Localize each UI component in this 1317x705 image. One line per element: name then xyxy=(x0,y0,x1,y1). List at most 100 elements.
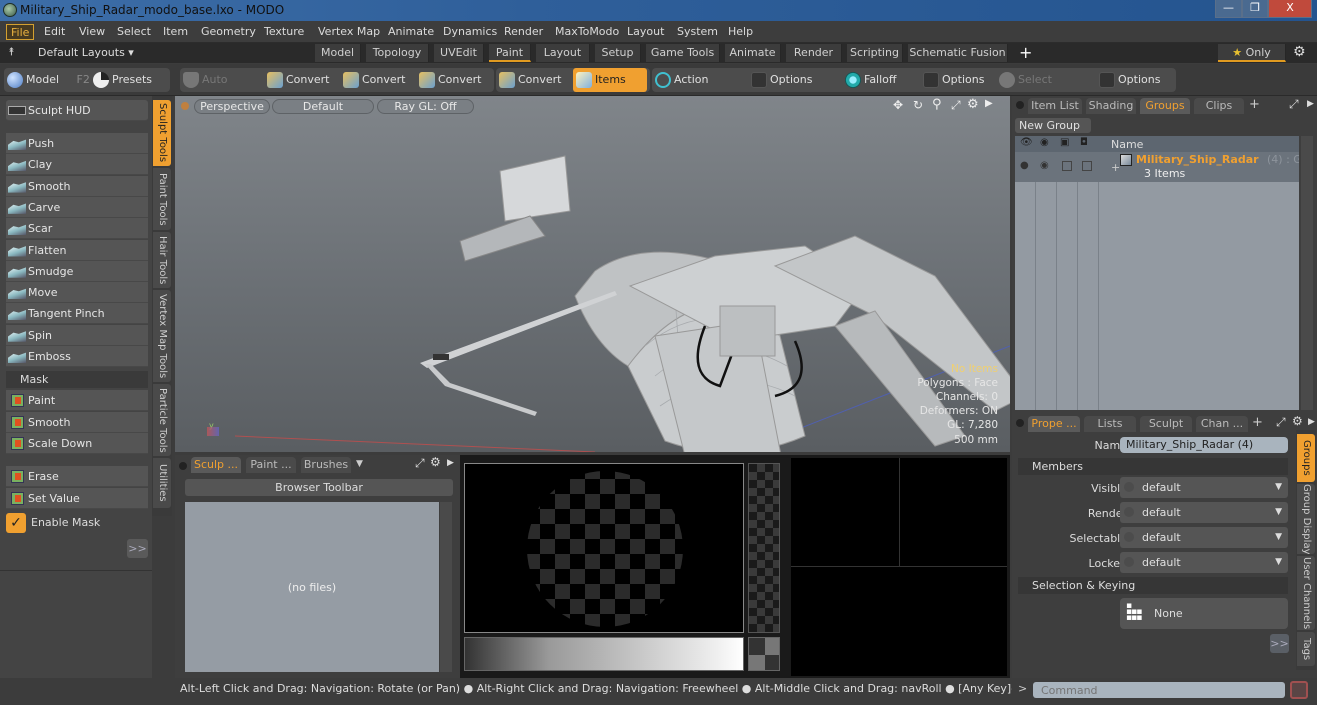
add-tab-icon[interactable]: + xyxy=(1252,415,1263,430)
panel-gear-icon[interactable]: ⚙ xyxy=(430,455,441,469)
only-toggle[interactable]: ★ Only xyxy=(1218,44,1286,62)
command-input[interactable] xyxy=(1033,682,1285,698)
tab-dropdown-icon[interactable]: ▼ xyxy=(356,459,363,469)
falloff-options-button[interactable]: Options xyxy=(920,68,994,92)
sculpt-tool-clay[interactable]: Clay xyxy=(6,154,148,176)
sculpt-tool-tangent-pinch[interactable]: Tangent Pinch xyxy=(6,303,148,325)
sculpt-tool-scar[interactable]: Scar xyxy=(6,218,148,240)
lock-icon[interactable]: ▣ xyxy=(1060,137,1069,148)
sculpt-tool-carve[interactable]: Carve xyxy=(6,196,148,218)
falloff-button[interactable]: Falloff xyxy=(842,68,918,92)
menu-texture[interactable]: Texture xyxy=(260,24,308,40)
layout-collapse-icon[interactable]: ⯭ xyxy=(8,45,15,59)
tab-setup[interactable]: Setup xyxy=(595,44,641,62)
group-row[interactable]: ● ◉ + Military_Ship_Radar (4) : G... 3 I… xyxy=(1015,152,1299,182)
groups-scrollbar[interactable] xyxy=(1301,136,1313,410)
minimize-button[interactable]: — xyxy=(1215,0,1242,18)
sculpt-tool-spin[interactable]: Spin xyxy=(6,324,148,346)
browser-toolbar-button[interactable]: Browser Toolbar xyxy=(185,479,453,496)
tab-render[interactable]: Render xyxy=(786,44,842,62)
select-toggle[interactable] xyxy=(1082,161,1092,171)
eye-icon[interactable]: 👁 xyxy=(1020,137,1033,148)
tab-schematic-fusion[interactable]: Schematic Fusion xyxy=(908,44,1008,62)
locked-dropdown[interactable]: default ▼ xyxy=(1120,552,1288,573)
vtab-user-channels[interactable]: User Channels xyxy=(1297,556,1315,630)
tab-layout[interactable]: Layout xyxy=(536,44,590,62)
panel-arrow-icon[interactable]: ▶ xyxy=(447,458,454,468)
keying-button[interactable]: ▪ ▪▪▪ ▪▪▪ None xyxy=(1120,598,1288,629)
browser-scrollbar[interactable] xyxy=(440,502,452,672)
convert-materials-button[interactable]: Convert xyxy=(496,68,570,92)
vtab-utilities[interactable]: Utilities xyxy=(153,458,171,508)
sculpt-tool-push[interactable]: Push xyxy=(6,133,148,154)
expand-icon[interactable]: + xyxy=(1111,161,1120,174)
panel-arrow-icon[interactable]: ▶ xyxy=(1308,417,1315,427)
visible-dropdown[interactable]: default ▼ xyxy=(1120,477,1288,498)
sculpt-tool-smudge[interactable]: Smudge xyxy=(6,260,148,282)
items-mode-button[interactable]: Items 5 xyxy=(573,68,647,110)
visibility-toggle[interactable]: ● xyxy=(1020,160,1029,171)
menu-maxtomodo[interactable]: MaxToModo xyxy=(551,24,623,40)
convert-edges-button[interactable]: Convert xyxy=(340,68,414,92)
maximize-panel-icon[interactable]: ⤢ xyxy=(415,456,425,471)
auto-select-button[interactable]: Auto Select xyxy=(180,68,260,110)
panel-menu-dot[interactable] xyxy=(1016,101,1024,109)
menu-geometry[interactable]: Geometry xyxy=(197,24,260,40)
menu-vertex-map[interactable]: Vertex Map xyxy=(314,24,384,40)
menu-view[interactable]: View xyxy=(75,24,109,40)
vtab-hair-tools[interactable]: Hair Tools xyxy=(153,232,171,288)
panel-arrow-icon[interactable]: ▶ xyxy=(1307,99,1314,109)
gear-icon[interactable]: ⚙ xyxy=(1293,44,1306,60)
color-swatch[interactable] xyxy=(748,637,780,671)
select-through-options-button[interactable]: Options xyxy=(1096,68,1174,92)
tab-topology[interactable]: Topology xyxy=(366,44,429,62)
selection-keying-section[interactable]: Selection & Keying xyxy=(1018,577,1288,594)
menu-file[interactable]: File xyxy=(6,24,35,40)
mask-tool-scale-down[interactable]: Scale Down xyxy=(6,433,148,454)
menu-render[interactable]: Render xyxy=(500,24,547,40)
convert-polygons-button[interactable]: Convert xyxy=(416,68,492,92)
menu-help[interactable]: Help xyxy=(724,24,757,40)
tab-item-list[interactable]: Item List xyxy=(1028,98,1082,114)
tab-sculpt[interactable]: Sculpt xyxy=(1140,416,1192,432)
tab-shading[interactable]: Shading xyxy=(1086,98,1136,114)
presets-button[interactable]: Presets F6 xyxy=(90,68,170,110)
enable-mask-checkbox[interactable]: ✓ xyxy=(6,513,26,533)
tab-groups[interactable]: Groups xyxy=(1140,98,1190,114)
sculpt-tool-flatten[interactable]: Flatten xyxy=(6,239,148,261)
menu-layout[interactable]: Layout xyxy=(623,24,668,40)
vtab-vertex-map-tools[interactable]: Vertex Map Tools xyxy=(153,290,171,382)
render-icon[interactable]: ◉ xyxy=(1040,137,1049,148)
tab-clips[interactable]: Clips xyxy=(1194,98,1244,114)
vtab-group-display[interactable]: Group Display xyxy=(1297,484,1315,554)
members-section[interactable]: Members xyxy=(1018,458,1288,475)
tab-scripting[interactable]: Scripting xyxy=(847,44,903,62)
tab-uvedit[interactable]: UVEdit xyxy=(434,44,484,62)
panel-menu-dot[interactable] xyxy=(179,462,187,470)
tab-paint-presets[interactable]: Paint ... xyxy=(246,457,296,473)
record-icon[interactable] xyxy=(1290,681,1308,699)
3d-viewport[interactable]: Perspective Default Ray GL: Off ✥ ↻ ⚲ ⤢ … xyxy=(175,96,1010,452)
vtab-sculpt-tools[interactable]: Sculpt Tools xyxy=(153,100,171,166)
tab-sculpt-presets[interactable]: Sculp ... xyxy=(191,457,241,473)
model-mode-button[interactable]: Model F2 xyxy=(4,68,90,92)
action-center-button[interactable]: Action Center xyxy=(652,68,744,110)
tab-brushes[interactable]: Brushes xyxy=(301,457,351,473)
vtab-tags[interactable]: Tags xyxy=(1297,632,1315,666)
panel-menu-dot[interactable] xyxy=(1016,419,1024,427)
vtab-particle-tools[interactable]: Particle Tools xyxy=(153,384,171,456)
maximize-button[interactable]: ❐ xyxy=(1242,0,1268,18)
add-tab-icon[interactable]: + xyxy=(1249,97,1260,112)
panel-gear-icon[interactable]: ⚙ xyxy=(1292,414,1303,428)
convert-vertices-button[interactable]: Convert xyxy=(264,68,338,92)
sculpt-tool-smooth[interactable]: Smooth xyxy=(6,175,148,197)
mask-tool-set-value[interactable]: Set Value xyxy=(6,488,148,509)
mask-section-header[interactable]: Mask xyxy=(6,371,148,388)
tab-model[interactable]: Model xyxy=(315,44,361,62)
browser-file-area[interactable]: (no files) xyxy=(185,502,439,672)
render-toggle[interactable]: ◉ xyxy=(1040,160,1049,171)
menu-dynamics[interactable]: Dynamics xyxy=(439,24,501,40)
mask-tool-erase[interactable]: Erase xyxy=(6,466,148,487)
selectable-dropdown[interactable]: default ▼ xyxy=(1120,527,1288,548)
horizontal-gradient-strip[interactable] xyxy=(464,637,744,671)
